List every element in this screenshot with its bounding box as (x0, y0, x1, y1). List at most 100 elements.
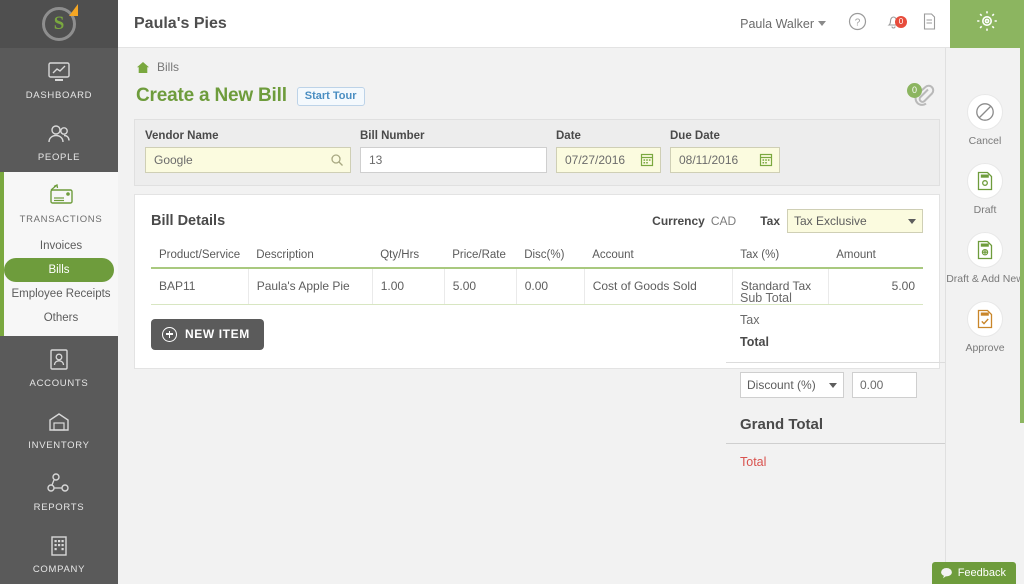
discount-value-input[interactable]: 0.00 (852, 372, 917, 398)
sidebar-subitem-invoices[interactable]: Invoices (4, 234, 118, 258)
sidebar-item-label: PEOPLE (4, 152, 114, 163)
reports-icon (4, 471, 114, 497)
currency-value: CAD (711, 214, 736, 228)
page-header: Create a New Bill Start Tour 0 (118, 74, 1024, 119)
cell-qty: 1.00 (372, 268, 444, 304)
topbar-actions: Paula Walker ? 0 (740, 0, 1024, 48)
sidebar-item-inventory[interactable]: INVENTORY (0, 398, 118, 460)
new-item-button[interactable]: NEW ITEM (151, 319, 264, 350)
sidebar-item-label: TRANSACTIONS (8, 214, 114, 225)
approve-button[interactable]: Approve (946, 301, 1024, 354)
feedback-button[interactable]: Feedback (932, 562, 1016, 584)
sidebar-subitem-employee-receipts[interactable]: Employee Receipts (4, 282, 118, 306)
sidebar-subitem-bills[interactable]: Bills (4, 258, 114, 282)
sidebar: S DASHBOARD PEOPLE TRANSACTIONS Invo (0, 0, 118, 584)
plus-circle-icon (162, 327, 177, 342)
vendor-name-input[interactable]: Google (145, 147, 351, 173)
due-date-input[interactable]: 08/11/2016 (670, 147, 780, 173)
home-icon[interactable] (136, 61, 150, 74)
sub-total-label: Sub Total (740, 291, 792, 305)
rail-label: Draft & Add New (946, 273, 1024, 285)
currency-label: Currency (652, 214, 705, 228)
sidebar-item-company[interactable]: COMPANY (0, 522, 118, 584)
bill-number-field-group: Bill Number 13 (360, 130, 547, 173)
help-circle-icon: ? (848, 12, 867, 36)
svg-text:?: ? (854, 17, 860, 28)
new-document-button[interactable] (914, 9, 944, 39)
rail-label: Cancel (946, 135, 1024, 147)
column-header: Price/Rate (444, 249, 516, 268)
tax-type-select[interactable]: Tax Exclusive (787, 209, 923, 233)
cancel-button[interactable]: Cancel (946, 94, 1024, 147)
sidebar-item-people[interactable]: PEOPLE (0, 110, 118, 172)
chevron-down-icon (829, 383, 837, 388)
help-button[interactable]: ? (842, 9, 872, 39)
attachment-count-badge: 0 (907, 83, 922, 98)
column-header: Tax (%) (732, 249, 828, 268)
date-value: 07/27/2016 (565, 153, 625, 167)
settings-button[interactable] (950, 0, 1024, 48)
dashboard-icon (4, 59, 114, 85)
total-label: Total (740, 335, 769, 349)
sidebar-group-transactions: TRANSACTIONS Invoices Bills Employee Rec… (0, 172, 118, 336)
calendar-icon[interactable] (759, 152, 773, 171)
bill-details-header: Bill Details Currency CAD Tax Tax Exclus… (151, 209, 923, 233)
cell-price: 5.00 (444, 268, 516, 304)
notifications-button[interactable]: 0 (878, 9, 908, 39)
sidebar-item-reports[interactable]: REPORTS (0, 460, 118, 522)
date-input[interactable]: 07/27/2016 (556, 147, 661, 173)
due-date-field-group: Due Date 08/11/2016 (670, 130, 780, 173)
tax-label: Tax (760, 214, 780, 228)
company-icon (4, 533, 114, 559)
cancel-icon (967, 94, 1003, 130)
draft-add-new-button[interactable]: Draft & Add New (946, 232, 1024, 285)
chevron-down-icon[interactable] (818, 21, 826, 26)
tax-type-value: Tax Exclusive (794, 214, 867, 228)
tax-row-label: Tax (740, 313, 759, 327)
sidebar-subitem-others[interactable]: Others (4, 306, 118, 330)
cell-description: Paula's Apple Pie (248, 268, 372, 304)
main-area: Paula's Pies Paula Walker ? 0 (118, 0, 1024, 584)
approve-icon (967, 301, 1003, 337)
due-date-value: 08/11/2016 (679, 153, 738, 167)
action-rail: Cancel Draft Draft & Add New Approve (945, 48, 1024, 584)
column-header: Disc(%) (516, 249, 584, 268)
chat-bubble-icon (940, 567, 953, 579)
breadcrumb: Bills (118, 48, 1024, 74)
vendor-name-value: Google (154, 153, 193, 167)
inventory-icon (4, 409, 114, 435)
page-title: Create a New Bill (136, 85, 287, 107)
bill-number-input[interactable]: 13 (360, 147, 547, 173)
add-document-icon (920, 12, 939, 36)
start-tour-button[interactable]: Start Tour (297, 87, 365, 106)
user-menu-label[interactable]: Paula Walker (740, 17, 814, 31)
app-root: S DASHBOARD PEOPLE TRANSACTIONS Invo (0, 0, 1024, 584)
column-header: Qty/Hrs (372, 249, 444, 268)
gear-icon (974, 8, 1000, 39)
sidebar-item-label: ACCOUNTS (4, 378, 114, 389)
sidebar-item-label: REPORTS (4, 502, 114, 513)
draft-button[interactable]: Draft (946, 163, 1024, 216)
bill-details-title: Bill Details (151, 213, 225, 229)
sidebar-item-accounts[interactable]: ACCOUNTS (0, 336, 118, 398)
final-total-label: Total (740, 455, 766, 469)
breadcrumb-label[interactable]: Bills (157, 60, 179, 74)
attachment-button[interactable]: 0 (908, 83, 938, 109)
search-icon[interactable] (330, 152, 344, 171)
field-label: Date (556, 130, 661, 142)
sidebar-item-transactions[interactable]: TRANSACTIONS (4, 172, 118, 234)
new-item-label: NEW ITEM (185, 327, 250, 341)
notification-badge: 0 (895, 16, 907, 28)
sidebar-item-dashboard[interactable]: DASHBOARD (0, 48, 118, 110)
calendar-icon[interactable] (640, 152, 654, 171)
column-header: Description (248, 249, 372, 268)
bill-number-value: 13 (369, 153, 382, 167)
app-logo[interactable]: S (0, 0, 118, 48)
cell-product: BAP11 (151, 268, 248, 304)
cell-account: Cost of Goods Sold (584, 268, 732, 304)
cell-disc: 0.00 (516, 268, 584, 304)
logo-letter: S (54, 13, 65, 35)
vendor-bar: Vendor Name Google Bill Number 13 Date 0… (134, 119, 940, 186)
discount-type-select[interactable]: Discount (%) (740, 372, 844, 398)
sidebar-item-label: INVENTORY (4, 440, 114, 451)
